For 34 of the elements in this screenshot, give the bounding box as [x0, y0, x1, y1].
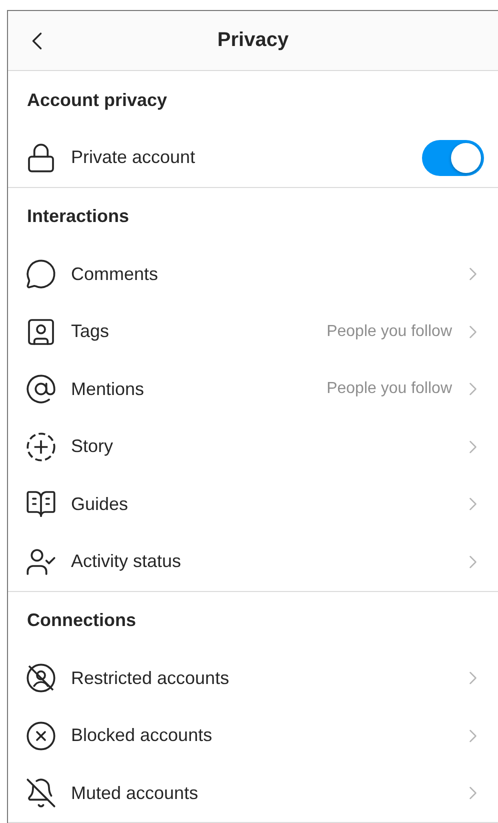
page-title: Privacy	[217, 29, 289, 52]
section-heading: Account privacy	[27, 90, 168, 110]
row-value: People you follow	[326, 322, 452, 341]
row-label: Restricted accounts	[71, 668, 230, 689]
row-label: Activity status	[71, 551, 182, 572]
settings-row[interactable]: Activity status	[8, 533, 498, 590]
toggle-switch[interactable]	[422, 140, 484, 176]
row-label: Muted accounts	[71, 782, 200, 804]
row-label: Blocked accounts	[71, 725, 214, 746]
row-label: Mentions	[71, 378, 146, 400]
settings-row[interactable]: Restricted accounts	[8, 650, 498, 707]
comment-icon	[25, 258, 57, 290]
settings-row[interactable]: Muted accounts	[8, 764, 498, 822]
settings-row[interactable]: Private account	[8, 129, 498, 186]
settings-row[interactable]: Story	[8, 418, 498, 476]
person-slash-icon	[25, 662, 57, 694]
settings-row[interactable]: Blocked accounts	[8, 707, 498, 764]
row-label: Tags	[71, 321, 110, 342]
row-value: People you follow	[326, 380, 452, 398]
at-sign-icon	[25, 373, 57, 406]
section-heading: Interactions	[27, 206, 130, 227]
section-heading: Connections	[27, 610, 136, 631]
story-plus-icon	[25, 430, 57, 463]
row-label: Story	[71, 436, 114, 458]
settings-row[interactable]: Mentions People you follow	[8, 360, 498, 418]
row-label: Comments	[71, 264, 160, 285]
settings-row[interactable]: Tags People you follow	[8, 303, 498, 360]
bell-off-icon	[25, 777, 57, 810]
row-label: Private account	[71, 147, 196, 168]
row-label: Guides	[71, 494, 130, 515]
lock-icon	[25, 142, 57, 174]
circle-x-icon	[25, 720, 57, 752]
settings-row[interactable]: Comments	[8, 246, 498, 303]
settings-row[interactable]: Guides	[8, 476, 498, 533]
